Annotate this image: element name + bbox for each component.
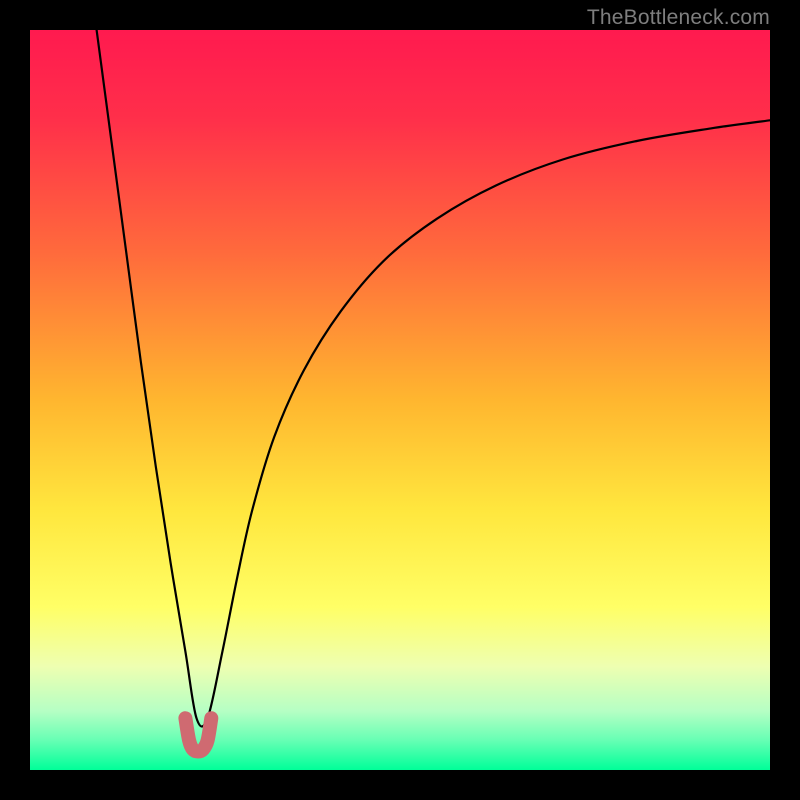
chart-frame: TheBottleneck.com bbox=[0, 0, 800, 800]
chart-svg bbox=[30, 30, 770, 770]
watermark-label: TheBottleneck.com bbox=[587, 6, 770, 30]
bottleneck-curve bbox=[97, 30, 770, 727]
plot-area bbox=[30, 30, 770, 770]
